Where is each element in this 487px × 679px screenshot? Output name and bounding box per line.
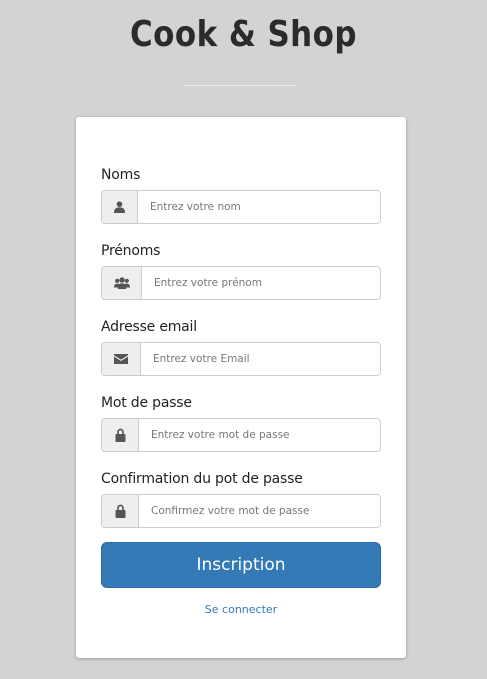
title-divider: [183, 85, 297, 86]
app-title: Cook & Shop: [130, 14, 357, 55]
password-label: Mot de passe: [101, 395, 192, 411]
password-confirm-input-group: [101, 494, 381, 528]
firstname-input[interactable]: [142, 267, 380, 299]
email-input-group: [101, 342, 381, 376]
envelope-icon: [102, 343, 141, 375]
email-input[interactable]: [141, 343, 380, 375]
lock-icon: [102, 419, 139, 451]
password-confirm-label: Confirmation du pot de passe: [101, 471, 303, 487]
field-firstname: Prénoms: [101, 242, 381, 300]
firstname-input-group: [101, 266, 381, 300]
signup-button[interactable]: Inscription: [101, 542, 381, 588]
field-password-confirm: Confirmation du pot de passe: [101, 470, 381, 528]
field-email: Adresse email: [101, 318, 381, 376]
name-input-group: [101, 190, 381, 224]
password-confirm-input[interactable]: [139, 495, 380, 527]
email-label: Adresse email: [101, 319, 197, 335]
password-input[interactable]: [139, 419, 380, 451]
field-password: Mot de passe: [101, 394, 381, 452]
users-icon: [102, 267, 142, 299]
page: Cook & Shop Noms Prénoms Adresse email: [0, 0, 487, 679]
login-link[interactable]: Se connecter: [76, 603, 406, 616]
password-input-group: [101, 418, 381, 452]
firstname-label: Prénoms: [101, 243, 161, 259]
signup-card: Noms Prénoms Adresse email: [76, 117, 406, 658]
name-input[interactable]: [138, 191, 380, 223]
lock-icon: [102, 495, 139, 527]
name-label: Noms: [101, 167, 141, 183]
field-name: Noms: [101, 166, 381, 224]
user-icon: [102, 191, 138, 223]
